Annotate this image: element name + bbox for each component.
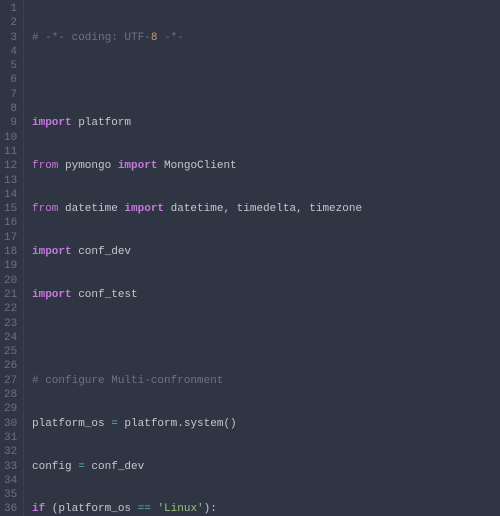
- line-number: 4: [4, 45, 17, 59]
- code-area[interactable]: # -*- coding: UTF-8 -*- import platform …: [24, 0, 500, 516]
- line-number: 23: [4, 317, 17, 331]
- line-number: 27: [4, 374, 17, 388]
- line-number: 8: [4, 102, 17, 116]
- line-number: 2: [4, 16, 17, 30]
- line-number: 31: [4, 431, 17, 445]
- line-number: 21: [4, 288, 17, 302]
- line-number: 11: [4, 145, 17, 159]
- line-number: 36: [4, 502, 17, 516]
- line-number: 6: [4, 73, 17, 87]
- line-number: 25: [4, 345, 17, 359]
- code-line: # configure Multi-confronment: [32, 374, 500, 388]
- line-number: 18: [4, 245, 17, 259]
- line-number: 26: [4, 359, 17, 373]
- line-number: 1: [4, 2, 17, 16]
- line-number: 14: [4, 188, 17, 202]
- line-number: 12: [4, 159, 17, 173]
- line-number: 13: [4, 174, 17, 188]
- line-number: 16: [4, 216, 17, 230]
- code-line: # -*- coding: UTF-8 -*-: [32, 31, 500, 45]
- line-number: 7: [4, 88, 17, 102]
- line-number: 3: [4, 31, 17, 45]
- line-number: 35: [4, 488, 17, 502]
- line-number: 20: [4, 274, 17, 288]
- line-number: 30: [4, 417, 17, 431]
- code-line: from pymongo import MongoClient: [32, 159, 500, 173]
- line-number: 15: [4, 202, 17, 216]
- line-number: 22: [4, 302, 17, 316]
- line-number: 10: [4, 131, 17, 145]
- code-line: from datetime import datetime, timedelta…: [32, 202, 500, 216]
- code-editor: 1 2 3 4 5 6 7 8 9 10 11 12 13 14 15 16 1…: [0, 0, 500, 516]
- code-line: [32, 331, 500, 345]
- line-number: 9: [4, 116, 17, 130]
- line-number: 34: [4, 474, 17, 488]
- line-number: 32: [4, 445, 17, 459]
- line-number: 28: [4, 388, 17, 402]
- code-line: import conf_test: [32, 288, 500, 302]
- line-number: 17: [4, 231, 17, 245]
- code-line: platform_os = platform.system(): [32, 417, 500, 431]
- code-line: import platform: [32, 116, 500, 130]
- line-number-gutter: 1 2 3 4 5 6 7 8 9 10 11 12 13 14 15 16 1…: [0, 0, 24, 516]
- line-number: 19: [4, 259, 17, 273]
- code-line: [32, 73, 500, 87]
- code-line: config = conf_dev: [32, 460, 500, 474]
- line-number: 5: [4, 59, 17, 73]
- line-number: 24: [4, 331, 17, 345]
- line-number: 29: [4, 402, 17, 416]
- code-line: if (platform_os == 'Linux'):: [32, 502, 500, 516]
- line-number: 33: [4, 460, 17, 474]
- code-line: import conf_dev: [32, 245, 500, 259]
